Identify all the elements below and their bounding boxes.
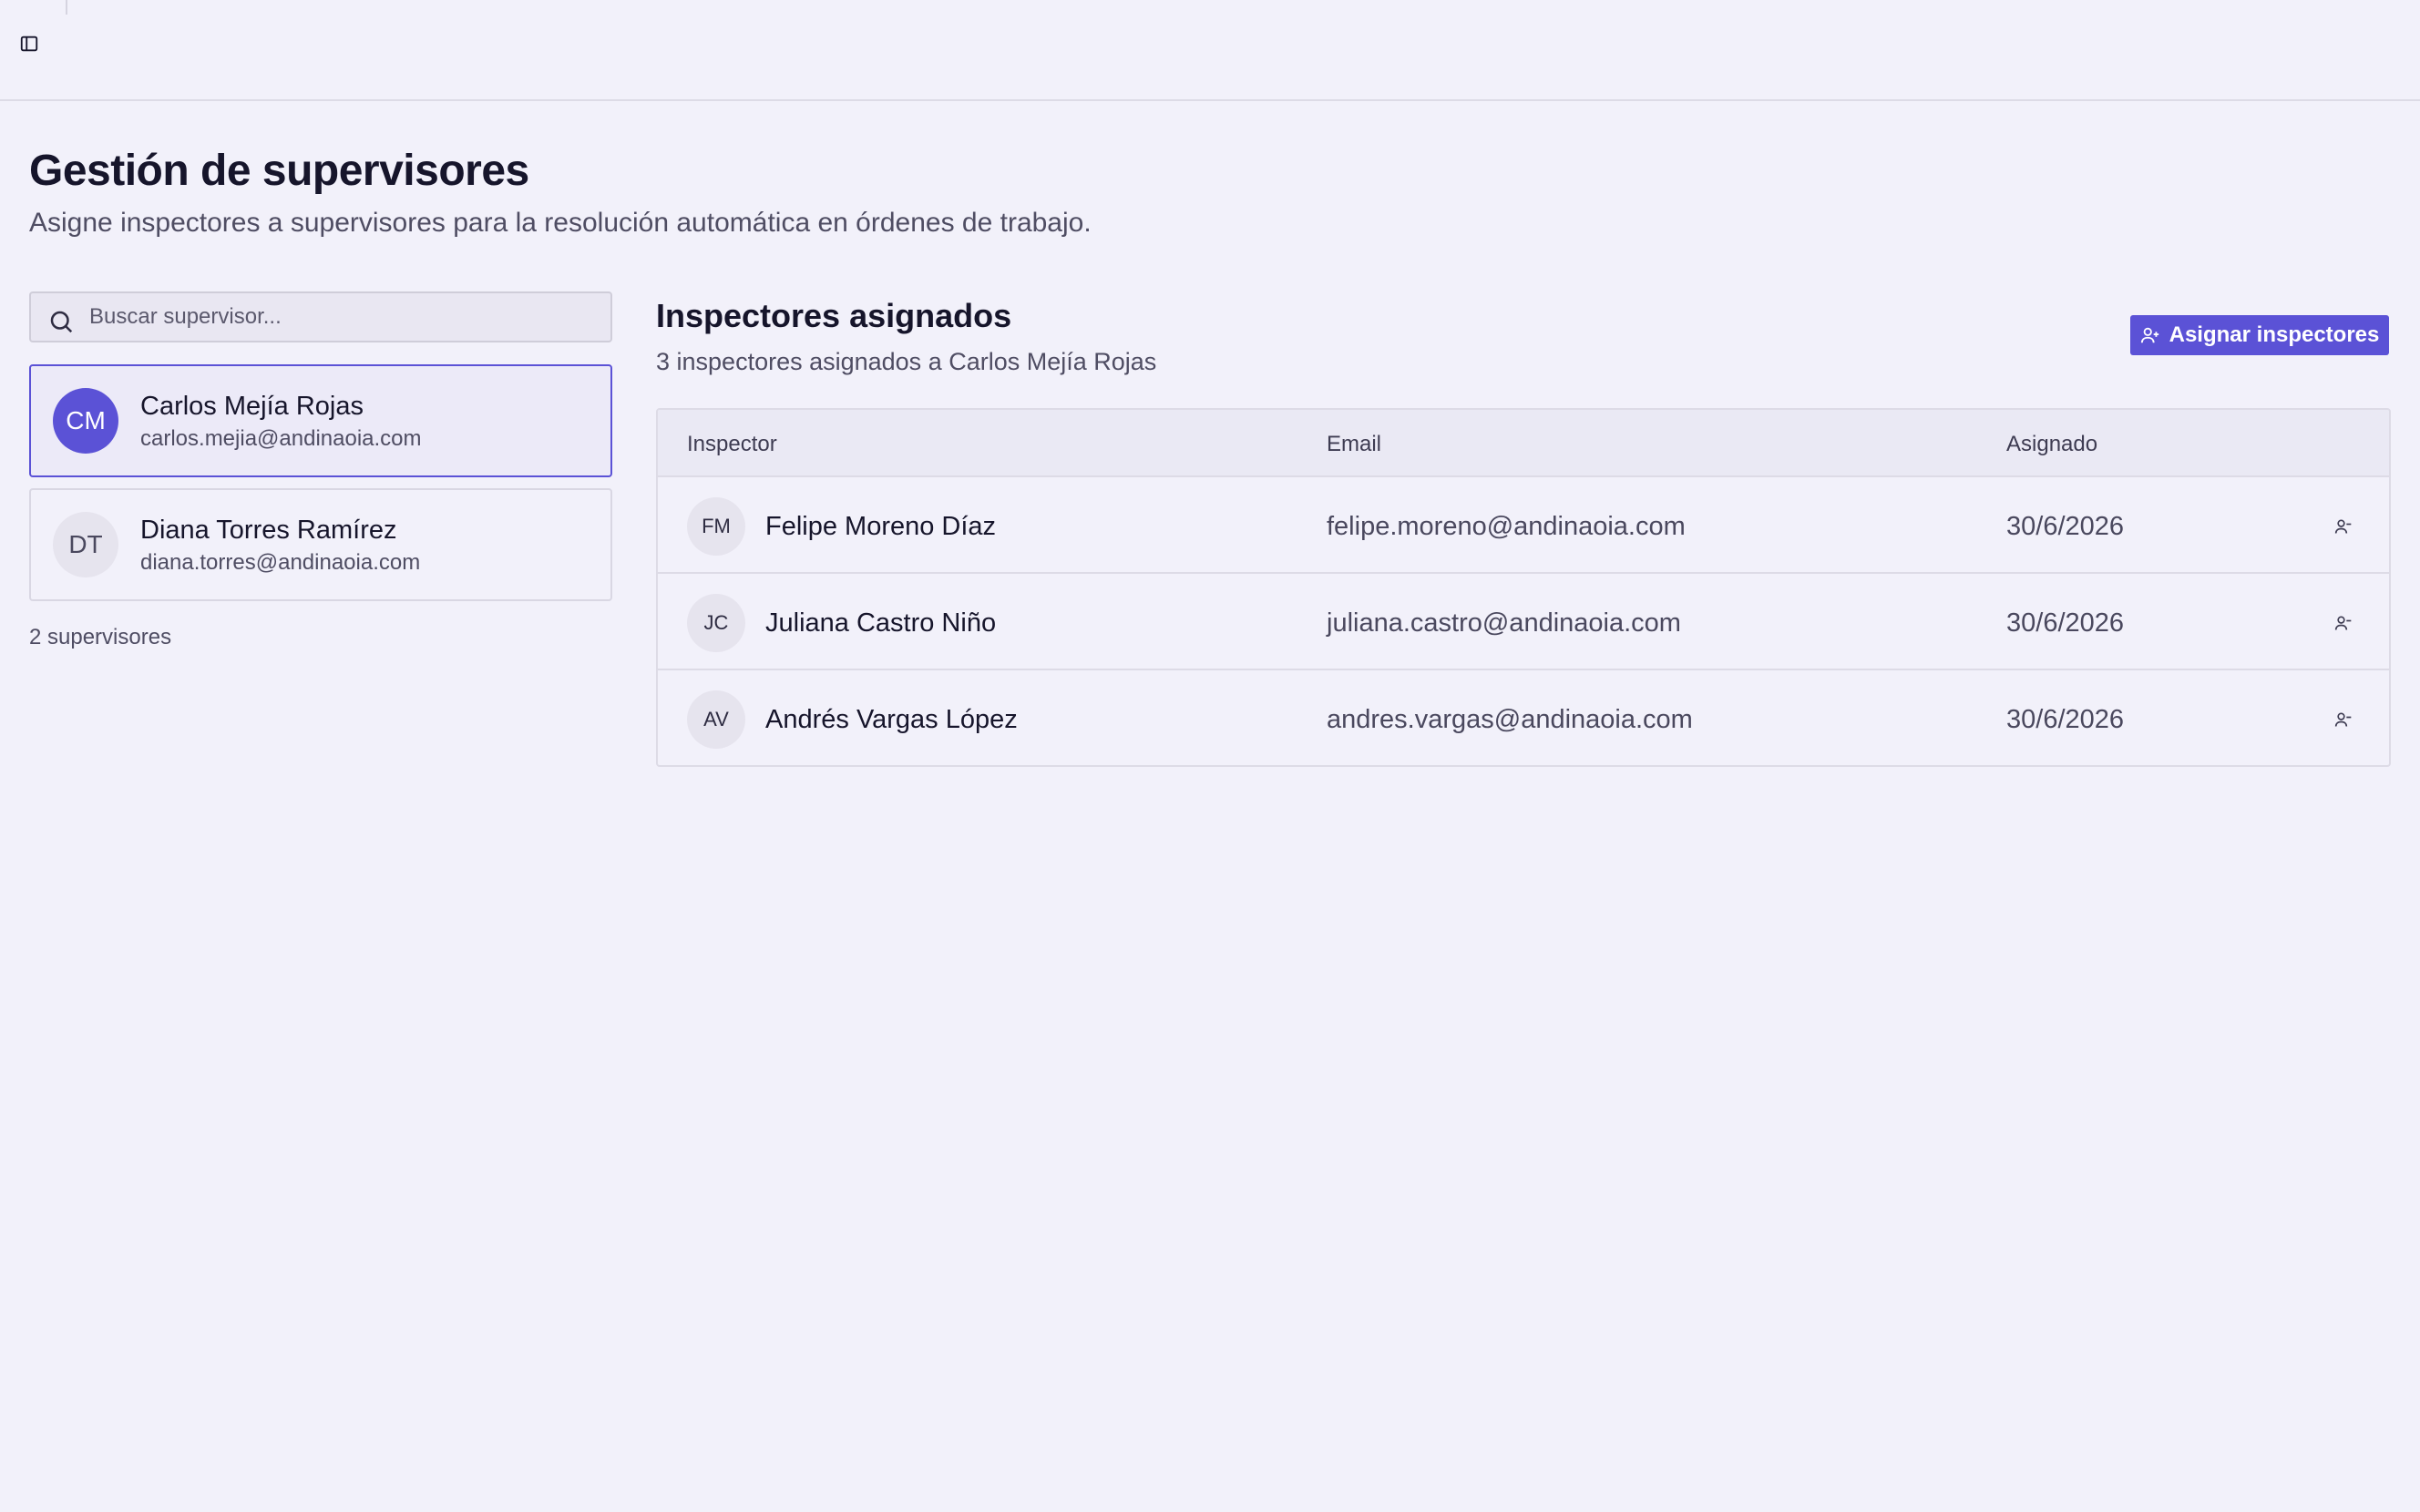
page-subtitle: Asigne inspectores a supervisores para l… [29, 208, 1092, 238]
user-remove-icon [2334, 519, 2352, 534]
user-remove-icon [2334, 616, 2352, 630]
assigned-date: 30/6/2026 [2006, 705, 2125, 734]
inspector-email: juliana.castro@andinaoia.com [1327, 608, 1681, 638]
section-title: Inspectores asignados [656, 297, 1012, 334]
remove-inspector-button[interactable] [2331, 514, 2356, 539]
avatar: CM [53, 388, 118, 454]
inspector-name: Andrés Vargas López [765, 705, 1018, 734]
supervisor-search [29, 291, 612, 342]
table-row: FM Felipe Moreno Díaz felipe.moreno@andi… [658, 477, 2389, 574]
inspectors-table: Inspector Email Asignado FM Felipe Moren… [656, 408, 2391, 767]
top-bar-divider [66, 0, 67, 15]
page-title: Gestión de supervisores [29, 147, 529, 195]
supervisor-name: Carlos Mejía Rojas [140, 392, 364, 421]
inspector-email: andres.vargas@andinaoia.com [1327, 705, 1693, 734]
assigned-date: 30/6/2026 [2006, 608, 2125, 638]
avatar: JC [687, 594, 745, 652]
avatar: DT [53, 512, 118, 577]
column-header-email: Email [1327, 432, 1382, 456]
search-input[interactable] [89, 293, 600, 341]
inspector-name: Felipe Moreno Díaz [765, 512, 997, 541]
assign-inspectors-button[interactable]: Asignar inspectores [2130, 315, 2389, 355]
sidebar-toggle-button[interactable] [18, 33, 40, 55]
section-subtitle: 3 inspectores asignados a Carlos Mejía R… [656, 348, 1157, 375]
column-header-inspector: Inspector [687, 432, 777, 456]
table-row: AV Andrés Vargas López andres.vargas@and… [658, 670, 2389, 765]
user-plus-icon [2140, 327, 2159, 343]
column-header-assigned: Asignado [2006, 432, 2098, 456]
panel-left-icon [20, 36, 38, 52]
inspector-name: Juliana Castro Niño [765, 608, 997, 638]
top-bar [0, 0, 2420, 101]
search-icon [50, 311, 73, 333]
avatar: FM [687, 497, 745, 556]
assign-inspectors-label: Asignar inspectores [2169, 322, 2380, 347]
supervisor-email: diana.torres@andinaoia.com [140, 550, 421, 575]
avatar: AV [687, 690, 745, 749]
user-remove-icon [2334, 712, 2352, 727]
table-header: Inspector Email Asignado [658, 410, 2389, 477]
supervisor-card[interactable]: DT Diana Torres Ramírez diana.torres@and… [29, 488, 612, 601]
remove-inspector-button[interactable] [2331, 707, 2356, 732]
table-row: JC Juliana Castro Niño juliana.castro@an… [658, 574, 2389, 670]
supervisor-name: Diana Torres Ramírez [140, 516, 397, 545]
supervisor-count: 2 supervisores [29, 625, 172, 649]
assigned-date: 30/6/2026 [2006, 512, 2125, 541]
remove-inspector-button[interactable] [2331, 610, 2356, 636]
supervisor-card[interactable]: CM Carlos Mejía Rojas carlos.mejia@andin… [29, 364, 612, 477]
supervisor-email: carlos.mejia@andinaoia.com [140, 426, 422, 451]
inspector-email: felipe.moreno@andinaoia.com [1327, 512, 1686, 541]
